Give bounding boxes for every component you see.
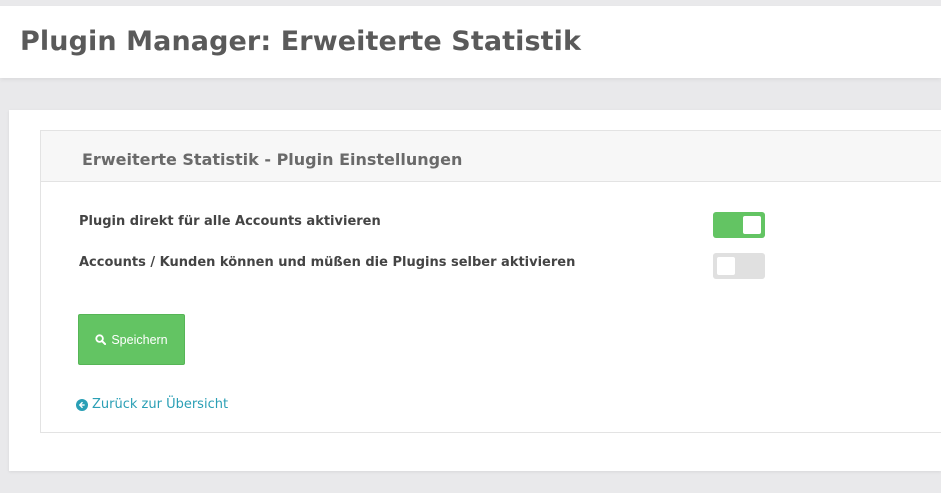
toggle-knob (717, 257, 735, 275)
setting-label-self-activate: Accounts / Kunden können und müßen die P… (79, 255, 576, 270)
save-button[interactable]: Speichern (78, 314, 185, 365)
panel-title: Erweiterte Statistik - Plugin Einstellun… (82, 150, 463, 169)
back-to-overview-link[interactable]: Zurück zur Übersicht (76, 397, 228, 412)
arrow-circle-left-icon (76, 398, 88, 411)
settings-panel: Erweiterte Statistik - Plugin Einstellun… (40, 130, 941, 433)
back-link-label: Zurück zur Übersicht (92, 397, 229, 412)
toggle-knob (743, 216, 761, 234)
toggle-self-activate[interactable] (713, 253, 765, 279)
page-title: Plugin Manager: Erweiterte Statistik (20, 26, 582, 57)
toggle-activate-all[interactable] (713, 212, 765, 238)
setting-label-activate-all: Plugin direkt für alle Accounts aktivier… (79, 214, 381, 229)
search-icon (95, 334, 107, 345)
panel-header: Erweiterte Statistik - Plugin Einstellun… (41, 131, 941, 182)
page-header: Plugin Manager: Erweiterte Statistik (0, 6, 941, 78)
content-card: Erweiterte Statistik - Plugin Einstellun… (9, 110, 941, 471)
save-button-label: Speichern (111, 332, 168, 347)
